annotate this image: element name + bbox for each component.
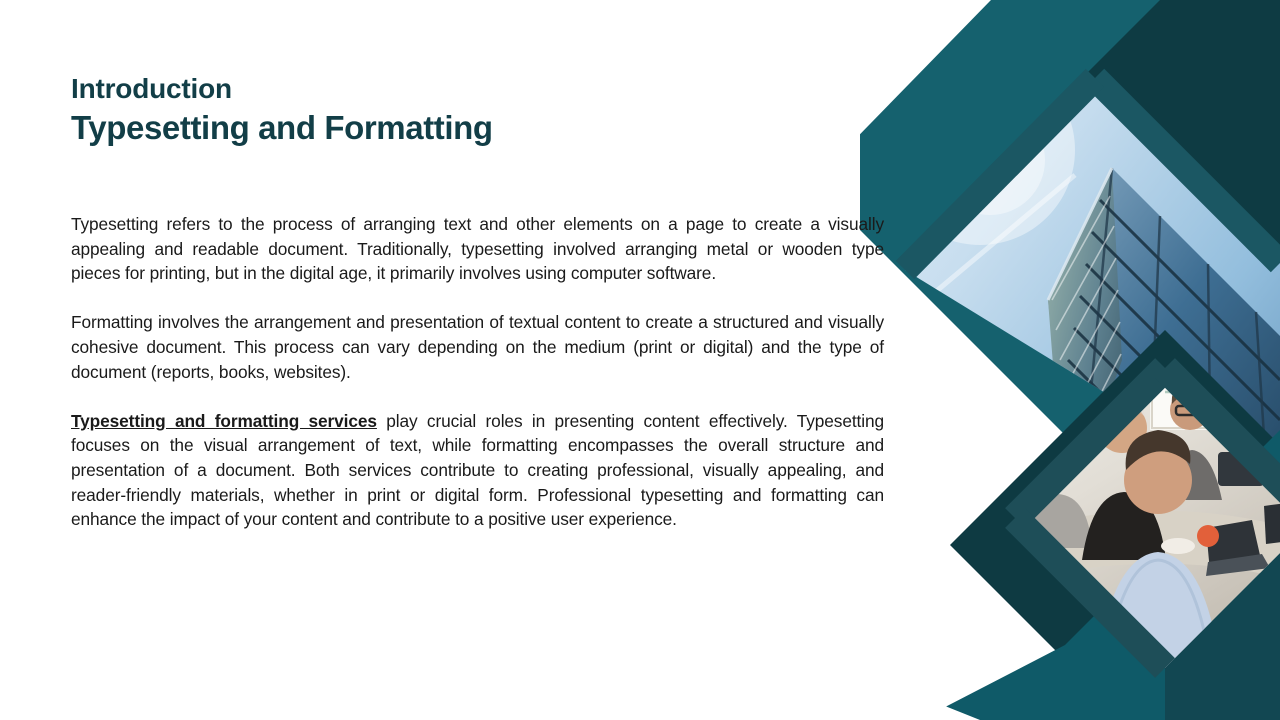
slide-eyebrow: Introduction <box>71 73 232 104</box>
page-title: Typesetting and Formatting <box>71 109 493 147</box>
decorative-diamond-artwork <box>860 0 1280 720</box>
title-block: Introduction Typesetting and Formatting <box>71 73 886 147</box>
body-copy: Typesetting refers to the process of arr… <box>71 212 884 532</box>
paragraph-3: Typesetting and formatting services play… <box>71 409 884 532</box>
presentation-slide: Introduction Typesetting and Formatting … <box>0 0 1280 720</box>
slide-text-column: Introduction Typesetting and Formatting … <box>71 0 886 720</box>
paragraph-2: Formatting involves the arrangement and … <box>71 312 884 382</box>
paragraph-3-lead-in: Typesetting and formatting services <box>71 410 377 431</box>
paragraph-1: Typesetting refers to the process of arr… <box>71 214 884 284</box>
